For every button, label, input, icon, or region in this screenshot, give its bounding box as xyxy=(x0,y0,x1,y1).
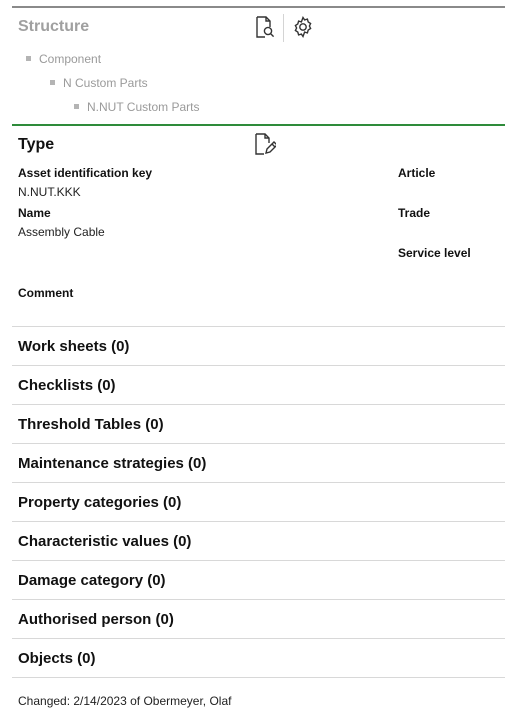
section-characteristic-values[interactable]: Characteristic values (0) xyxy=(12,521,505,560)
gear-icon xyxy=(291,15,315,44)
search-document-icon xyxy=(252,15,276,44)
asset-key-label: Asset identification key xyxy=(18,166,153,180)
section-damage-category[interactable]: Damage category (0) xyxy=(12,560,505,599)
tree-item-label: N.NUT Custom Parts xyxy=(87,100,200,114)
name-label: Name xyxy=(18,206,51,220)
sections-list: Work sheets (0) Checklists (0) Threshold… xyxy=(12,326,505,678)
tree-item-component[interactable]: Component xyxy=(26,52,101,66)
name-value: Assembly Cable xyxy=(18,225,105,239)
settings-button[interactable] xyxy=(290,15,316,44)
structure-panel: Structure Component N Custom Parts N.NUT… xyxy=(12,8,505,124)
service-level-label: Service level xyxy=(398,246,471,260)
tree-bullet xyxy=(26,56,31,62)
section-authorised-person[interactable]: Authorised person (0) xyxy=(12,599,505,638)
comment-label: Comment xyxy=(18,286,74,300)
section-checklists[interactable]: Checklists (0) xyxy=(12,365,505,404)
section-maintenance-strategies[interactable]: Maintenance strategies (0) xyxy=(12,443,505,482)
section-objects[interactable]: Objects (0) xyxy=(12,638,505,678)
search-document-button[interactable] xyxy=(251,15,277,44)
tree-bullet xyxy=(50,80,55,86)
structure-title: Structure xyxy=(18,18,90,35)
section-threshold-tables[interactable]: Threshold Tables (0) xyxy=(12,404,505,443)
article-label: Article xyxy=(398,166,436,180)
type-title: Type xyxy=(18,136,55,153)
trade-label: Trade xyxy=(398,206,431,220)
edit-document-icon xyxy=(252,132,278,161)
tree-bullet xyxy=(74,104,79,110)
tree-item-n-nut-custom-parts[interactable]: N.NUT Custom Parts xyxy=(74,100,199,114)
icon-separator xyxy=(283,14,284,42)
asset-key-value: N.NUT.KKK xyxy=(18,185,81,199)
tree-item-label: Component xyxy=(39,52,102,66)
edit-type-button[interactable] xyxy=(251,132,278,161)
type-panel: Type Asset identification key N.NUT.KKK … xyxy=(12,126,505,326)
tree-item-label: N Custom Parts xyxy=(63,76,148,90)
section-work-sheets[interactable]: Work sheets (0) xyxy=(12,326,505,365)
section-property-categories[interactable]: Property categories (0) xyxy=(12,482,505,521)
changed-info: Changed: 2/14/2023 of Obermeyer, Olaf xyxy=(18,694,232,708)
tree-item-n-custom-parts[interactable]: N Custom Parts xyxy=(50,76,148,90)
